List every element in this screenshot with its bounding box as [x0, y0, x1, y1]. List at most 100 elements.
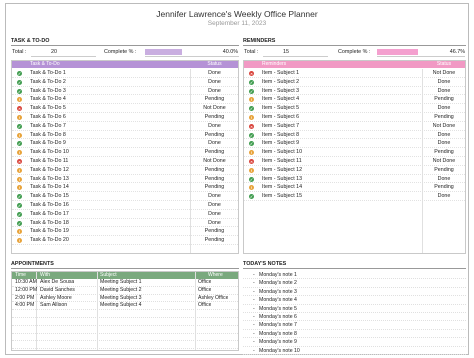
- reminders-item-status[interactable]: Not Done: [424, 69, 464, 78]
- check-circle-icon: [17, 141, 22, 147]
- reminders-item-status[interactable]: Not Done: [424, 122, 464, 131]
- tasks-item-status[interactable]: Pending: [192, 95, 237, 104]
- appointment-row[interactable]: [12, 310, 238, 318]
- tasks-item-status[interactable]: Pending: [192, 166, 237, 175]
- appointment-row[interactable]: [12, 334, 238, 342]
- exclamation-circle-icon: [17, 97, 22, 103]
- reminders-row: Item - Subject 14 Pending: [244, 183, 465, 193]
- tasks-item-status[interactable]: Not Done: [192, 104, 237, 113]
- appointment-time: 10:30 AM: [15, 279, 37, 285]
- tasks-item-label: Task & To-Do 7: [30, 122, 66, 129]
- reminders-row: Item - Subject 2 Done: [244, 78, 465, 87]
- note-item[interactable]: - Monday's note 3: [243, 288, 466, 297]
- note-item[interactable]: - Monday's note 8: [243, 330, 466, 339]
- reminders-row: Item - Subject 6 Pending: [244, 113, 465, 122]
- tasks-item-status[interactable]: Done: [192, 192, 237, 201]
- note-text: Monday's note 10: [259, 347, 300, 354]
- appointment-row[interactable]: [12, 341, 238, 350]
- reminders-item-label: Item - Subject 9: [262, 140, 300, 147]
- reminders-item-status[interactable]: Pending: [424, 183, 464, 192]
- reminders-total-underline: [263, 56, 328, 57]
- check-circle-icon: [249, 176, 254, 182]
- note-item[interactable]: - Monday's note 7: [243, 321, 466, 330]
- tasks-item-label: Task & To-Do 13: [30, 175, 69, 182]
- note-item[interactable]: - Monday's note 6: [243, 313, 466, 322]
- appointment-with: David Sanches: [40, 286, 75, 293]
- reminders-item-label: Item - Subject 3: [262, 87, 300, 94]
- reminders-item-status[interactable]: Pending: [424, 95, 464, 104]
- tasks-item-status[interactable]: Done: [192, 201, 237, 210]
- reminders-item-status[interactable]: Done: [424, 192, 464, 201]
- reminders-progress-bar: [377, 49, 419, 55]
- note-item[interactable]: - Monday's note 4: [243, 296, 466, 305]
- tasks-item-status[interactable]: Done: [192, 78, 237, 87]
- exclamation-circle-icon: [249, 167, 254, 173]
- tasks-item-status[interactable]: Pending: [192, 236, 237, 245]
- reminders-item-status[interactable]: Not Done: [424, 157, 464, 166]
- tasks-item-status[interactable]: Done: [192, 69, 237, 78]
- appointment-row[interactable]: 4:00 PM Sam Allison Meeting Subject 4 Offic…: [12, 302, 238, 311]
- appointment-row[interactable]: 12:00 PM David Sanches Meeting Subject 2 Of…: [12, 287, 238, 295]
- reminders-item-status[interactable]: Done: [424, 78, 464, 87]
- tasks-item-status[interactable]: Done: [192, 122, 237, 131]
- reminders-row: Item - Subject 9 Done: [244, 139, 465, 149]
- cross-circle-icon: [249, 159, 254, 164]
- reminders-row: Item - Subject 5 Done: [244, 104, 465, 113]
- reminders-item-status[interactable]: Done: [424, 87, 464, 96]
- tasks-progress-bar: [145, 49, 183, 55]
- exclamation-circle-icon: [17, 238, 22, 244]
- reminders-item-status[interactable]: Done: [424, 175, 464, 184]
- tasks-item-status[interactable]: Done: [192, 139, 237, 148]
- reminders-item-label: Item - Subject 7: [262, 122, 300, 129]
- tasks-item-label: Task & To-Do 8: [30, 131, 66, 138]
- tasks-item-status[interactable]: Pending: [192, 131, 237, 140]
- reminders-item-status[interactable]: Done: [424, 104, 464, 113]
- reminders-row: Item - Subject 10 Pending: [244, 148, 465, 157]
- reminders-item-status[interactable]: Pending: [424, 166, 464, 175]
- note-item[interactable]: - Monday's note 2: [243, 279, 466, 288]
- appointment-row[interactable]: 2:00 PM Ashley Moore Meeting Subject 3 Ashl…: [12, 295, 238, 303]
- tasks-row: Task & To-Do 10 Pending: [12, 148, 238, 157]
- tasks-item-status[interactable]: Pending: [192, 175, 237, 184]
- note-text: Monday's note 7: [259, 322, 297, 329]
- reminders-item-status[interactable]: Done: [424, 131, 464, 140]
- reminders-item-label: Item - Subject 4: [262, 96, 300, 103]
- tasks-row: Task & To-Do 4 Pending: [12, 95, 238, 105]
- tasks-item-status[interactable]: Pending: [192, 113, 237, 122]
- tasks-item-label: Task & To-Do 6: [30, 114, 66, 120]
- note-text: Monday's note 5: [259, 305, 297, 312]
- appointment-row[interactable]: 10:30 AM Alex De Sousa Meeting Subject 1 Of…: [12, 279, 238, 287]
- tasks-section-rule: [11, 45, 239, 46]
- reminders-item-status[interactable]: Pending: [424, 113, 464, 122]
- tasks-item-status[interactable]: Pending: [192, 148, 237, 157]
- reminders-item-label: Item - Subject 1: [262, 70, 300, 76]
- tasks-row: Task & To-Do 15 Done: [12, 192, 238, 201]
- reminders-item-status[interactable]: Done: [424, 139, 464, 148]
- tasks-row: Task & To-Do 5 Not Done: [12, 104, 238, 113]
- reminders-col-name: Reminders: [262, 61, 287, 67]
- note-bullet: -: [253, 297, 255, 304]
- reminders-row: Item - Subject 11 Not Done: [244, 157, 465, 166]
- appointment-row[interactable]: [12, 326, 238, 334]
- reminders-item-status[interactable]: Pending: [424, 148, 464, 157]
- tasks-item-status[interactable]: Done: [192, 87, 237, 96]
- note-item[interactable]: - Monday's note 1: [243, 271, 466, 280]
- exclamation-circle-icon: [17, 115, 22, 120]
- appointments-col-subject: Subject: [100, 272, 117, 278]
- exclamation-circle-icon: [17, 167, 22, 173]
- tasks-item-status[interactable]: Done: [192, 210, 237, 219]
- note-bullet: -: [253, 280, 255, 287]
- note-item[interactable]: - Monday's note 9: [243, 338, 466, 347]
- tasks-item-status[interactable]: Pending: [192, 227, 237, 236]
- appointment-row[interactable]: [12, 318, 238, 326]
- check-circle-icon: [17, 123, 22, 129]
- tasks-item-status[interactable]: Done: [192, 219, 237, 228]
- tasks-item-status[interactable]: Pending: [192, 183, 237, 192]
- check-circle-icon: [17, 220, 22, 226]
- appointment-subject: Meeting Subject 2: [100, 286, 142, 293]
- tasks-item-status[interactable]: Not Done: [192, 157, 237, 166]
- note-item[interactable]: - Monday's note 5: [243, 305, 466, 313]
- note-item[interactable]: - Monday's note 10: [243, 347, 466, 355]
- appointment-time: 2:00 PM: [15, 294, 35, 301]
- tasks-row: Task & To-Do 18 Done: [12, 219, 238, 228]
